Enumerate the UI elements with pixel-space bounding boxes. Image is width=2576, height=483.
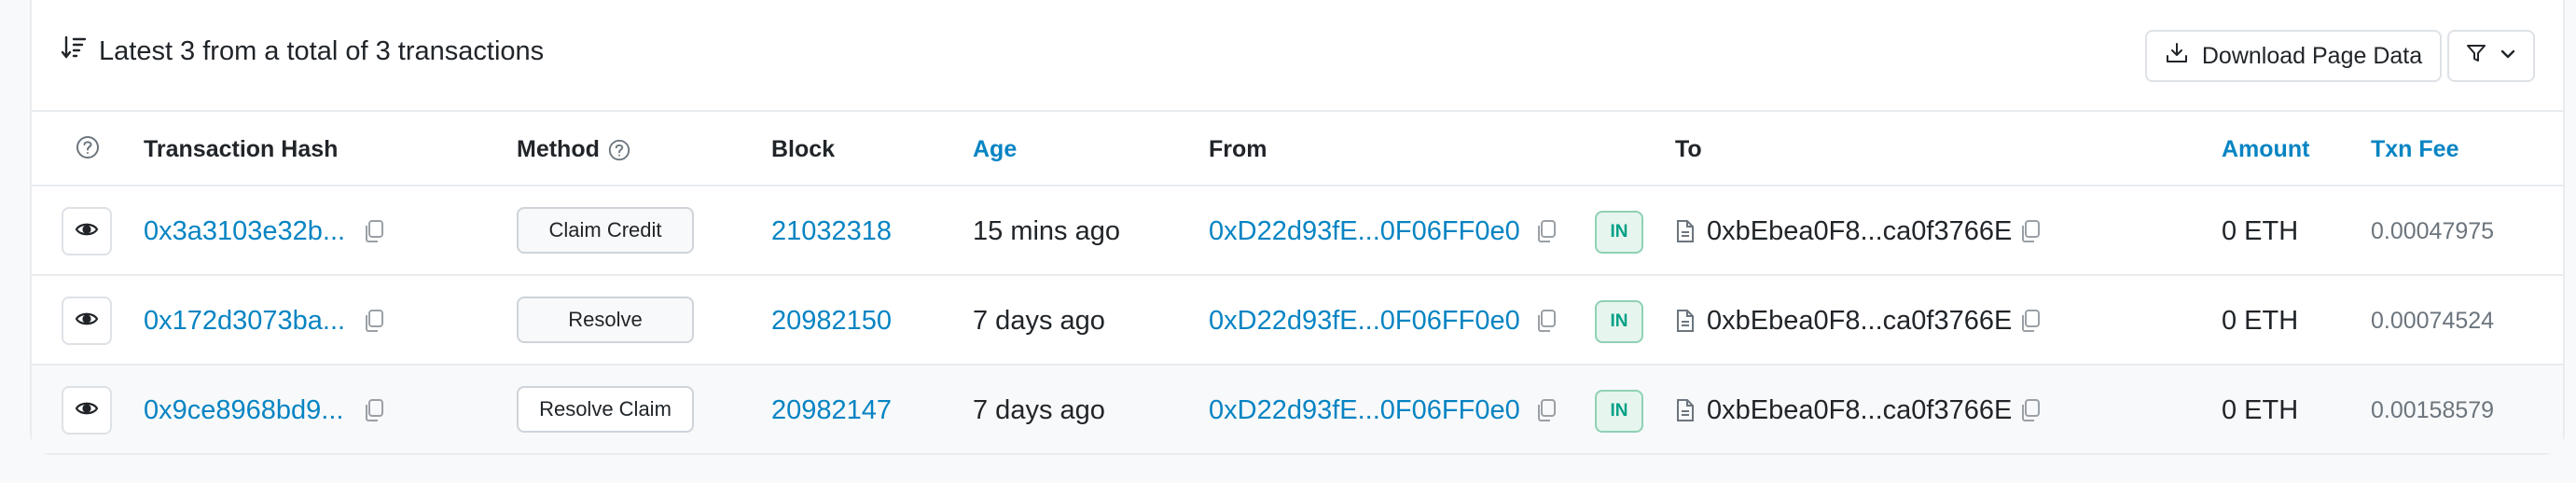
page-background [0,455,2576,483]
to-address[interactable]: 0xbEbea0F8...ca0f3766E [1707,276,2012,366]
txn-fee-text: 0.00047975 [2371,217,2495,244]
copy-icon[interactable] [362,366,386,455]
age-text: 7 days ago [973,305,1105,336]
age-text: 15 mins ago [973,215,1120,246]
copy-icon[interactable] [2018,276,2043,366]
copy-icon[interactable] [1534,276,1558,366]
filter-icon [2459,42,2493,71]
transaction-hash-link[interactable]: 0x172d3073ba... [144,276,345,366]
txn-fee-text: 0.00158579 [2371,396,2495,423]
eye-icon [75,220,99,243]
summary-text: Latest 3 from a total of 3 transactions [99,35,545,66]
amount-text: 0 ETH [2222,305,2299,336]
direction-badge: IN [1595,211,1643,254]
method-help-icon[interactable] [607,138,631,162]
filter-dropdown-button[interactable] [2447,30,2535,82]
copy-icon[interactable] [1534,186,1558,276]
column-to: To [1675,136,1702,162]
from-address-link[interactable]: 0xD22d93fE...0F06FF0e0 [1209,186,1520,276]
direction-badge: IN [1595,300,1643,343]
column-transaction-hash: Transaction Hash [144,136,339,162]
column-txn-fee-toggle[interactable]: Txn Fee [2371,136,2458,163]
table-row: 0x172d3073ba... Resolve 20982150 7 days … [32,274,2563,364]
amount-text: 0 ETH [2222,215,2299,246]
table-header: Transaction Hash Method Block Age From T… [32,110,2563,185]
download-label: Download Page Data [2201,42,2423,69]
age-text: 7 days ago [973,394,1105,425]
file-icon [1675,276,1696,366]
file-icon [1675,186,1696,276]
column-from: From [1209,136,1267,162]
table-row: 0x3a3103e32b... Claim Credit 21032318 15… [32,185,2563,274]
from-address-link[interactable]: 0xD22d93fE...0F06FF0e0 [1209,366,1520,455]
copy-icon[interactable] [2018,186,2043,276]
transaction-hash-link[interactable]: 0x9ce8968bd9... [144,366,343,455]
view-details-button[interactable] [62,207,112,255]
direction-badge: IN [1595,390,1643,433]
eye-icon [75,399,99,422]
download-icon [2165,41,2202,72]
file-icon [1675,366,1696,455]
view-details-button[interactable] [62,386,112,435]
transaction-hash-link[interactable]: 0x3a3103e32b... [144,186,345,276]
method-badge: Resolve [517,297,694,343]
block-link[interactable]: 20982147 [771,366,892,455]
column-method: Method [517,136,631,163]
card-header: Latest 3 from a total of 3 transactions … [32,0,2563,110]
question-circle-icon[interactable] [75,134,101,160]
column-age-toggle[interactable]: Age [973,136,1017,163]
copy-icon[interactable] [362,186,386,276]
view-details-button[interactable] [62,297,112,345]
from-address-link[interactable]: 0xD22d93fE...0F06FF0e0 [1209,276,1520,366]
transactions-card: Latest 3 from a total of 3 transactions … [30,0,2565,455]
download-page-data-button[interactable]: Download Page Data [2145,30,2442,82]
method-badge: Resolve Claim [517,386,694,433]
transactions-summary: Latest 3 from a total of 3 transactions [60,34,544,69]
copy-icon[interactable] [1534,366,1558,455]
table-row: 0x9ce8968bd9... Resolve Claim 20982147 7… [32,364,2563,453]
block-link[interactable]: 20982150 [771,276,892,366]
method-badge: Claim Credit [517,207,694,254]
column-block: Block [771,136,836,162]
chevron-down-icon [2493,43,2523,70]
sort-desc-icon [60,34,99,69]
amount-text: 0 ETH [2222,394,2299,425]
to-address[interactable]: 0xbEbea0F8...ca0f3766E [1707,366,2012,455]
eye-icon [75,310,99,333]
txn-fee-text: 0.00074524 [2371,307,2495,334]
copy-icon[interactable] [2018,366,2043,455]
block-link[interactable]: 21032318 [771,186,892,276]
copy-icon[interactable] [362,276,386,366]
to-address[interactable]: 0xbEbea0F8...ca0f3766E [1707,186,2012,276]
column-method-label: Method [517,136,600,162]
column-amount-toggle[interactable]: Amount [2222,136,2309,163]
